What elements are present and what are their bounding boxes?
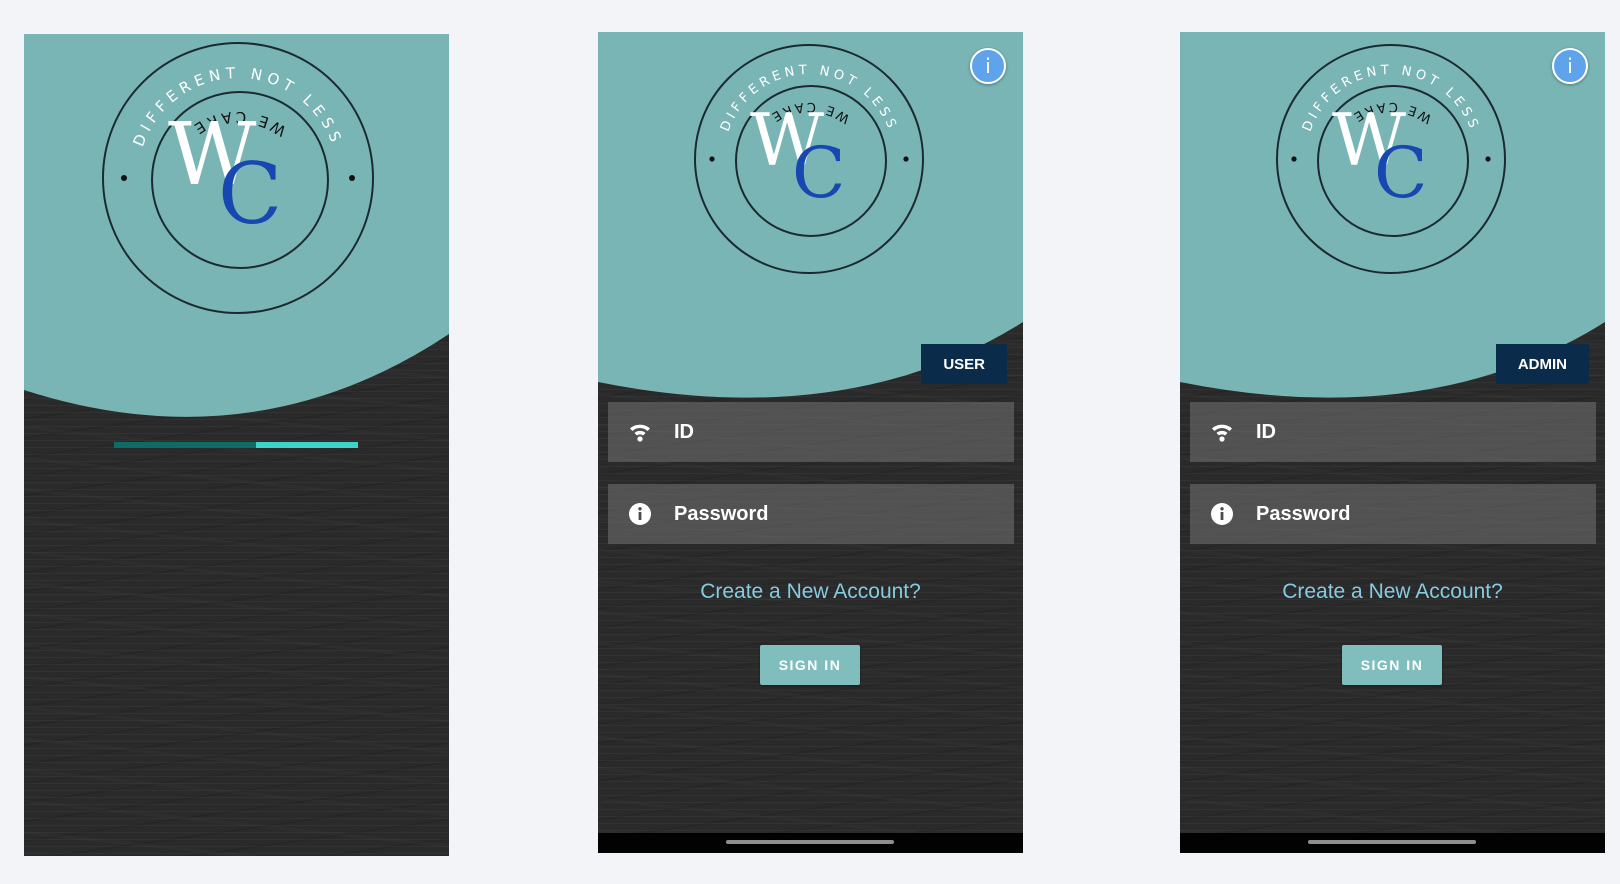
create-account-link[interactable]: Create a New Account? xyxy=(598,580,1023,604)
create-account-link[interactable]: Create a New Account? xyxy=(1180,580,1605,604)
login-screen-admin: DIFFERENT NOT LESS WE CARE W C i ADMIN I… xyxy=(1180,32,1605,853)
id-icon xyxy=(630,424,650,442)
sign-in-button[interactable]: SIGN IN xyxy=(1342,645,1442,685)
loading-progress-fill xyxy=(255,442,358,448)
password-field[interactable]: Password xyxy=(608,484,1014,544)
id-input[interactable]: ID xyxy=(1256,402,1586,462)
id-field[interactable]: ID xyxy=(1190,402,1596,462)
login-screen-user: DIFFERENT NOT LESS WE CARE W C i USER ID… xyxy=(598,32,1023,853)
logo-monogram-c: C xyxy=(218,145,283,243)
id-input[interactable]: ID xyxy=(674,402,1004,462)
role-badge-user[interactable]: USER xyxy=(921,344,1007,384)
home-gesture-handle[interactable] xyxy=(726,840,894,844)
logo: DIFFERENT NOT LESS WE CARE W C xyxy=(694,44,924,274)
splash-screen: DIFFERENT NOT LESS WE CARE W C xyxy=(24,34,449,856)
home-gesture-handle[interactable] xyxy=(1308,840,1476,844)
password-input[interactable]: Password xyxy=(1256,484,1586,544)
system-nav-bar xyxy=(1180,833,1605,853)
password-info-icon xyxy=(1211,503,1233,525)
role-badge-admin[interactable]: ADMIN xyxy=(1495,344,1589,384)
logo-monogram-c: C xyxy=(1374,132,1428,214)
system-nav-bar xyxy=(598,833,1023,853)
password-input[interactable]: Password xyxy=(674,484,1004,544)
info-icon[interactable]: i xyxy=(1552,48,1588,84)
loading-progress-bar xyxy=(114,442,358,448)
id-icon xyxy=(1212,424,1232,442)
logo: DIFFERENT NOT LESS WE CARE W C xyxy=(102,42,374,314)
sign-in-button[interactable]: SIGN IN xyxy=(760,645,860,685)
password-info-icon xyxy=(629,503,651,525)
password-field[interactable]: Password xyxy=(1190,484,1596,544)
info-icon[interactable]: i xyxy=(970,48,1006,84)
logo: DIFFERENT NOT LESS WE CARE W C xyxy=(1276,44,1506,274)
logo-monogram-c: C xyxy=(792,132,846,214)
id-field[interactable]: ID xyxy=(608,402,1014,462)
